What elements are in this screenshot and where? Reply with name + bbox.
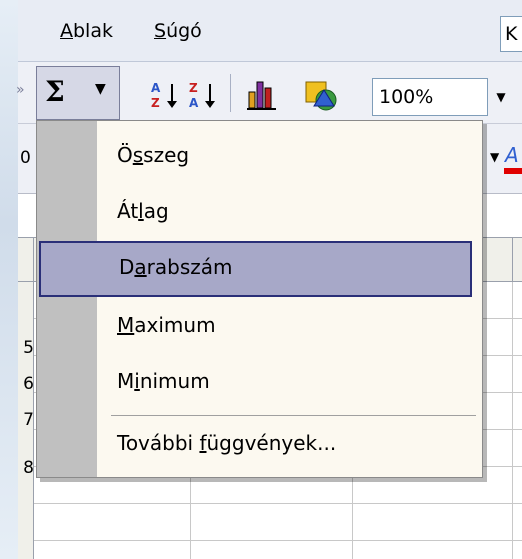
- svg-text:A: A: [151, 81, 161, 95]
- row-number: 5: [23, 338, 34, 358]
- menu-sugo-label: úgó: [166, 20, 202, 42]
- toolbar-separator: [230, 74, 231, 112]
- toolbar-more-chevron-icon[interactable]: »: [16, 82, 25, 98]
- sort-descending-icon: Z A: [189, 81, 215, 110]
- row-number: 7: [23, 410, 34, 430]
- menu-ablak[interactable]: Ablak: [60, 20, 113, 42]
- menu-item-atlag[interactable]: Átlag: [37, 185, 482, 241]
- menu-bar: Ablak Súgó K: [18, 0, 522, 62]
- zoom-dropdown-button[interactable]: ▼: [488, 78, 514, 116]
- menu-sugo[interactable]: Súgó: [154, 20, 202, 42]
- autosum-button[interactable]: Σ ▼: [36, 66, 120, 120]
- svg-text:Z: Z: [151, 96, 160, 110]
- svg-text:Z: Z: [189, 81, 198, 95]
- row-number: 8: [23, 458, 34, 478]
- menu-sugo-accesskey: S: [154, 20, 167, 42]
- menu-item-label: Átlag: [117, 199, 169, 223]
- font-color-icon: A: [503, 143, 522, 174]
- column-divider: [512, 238, 513, 281]
- font-color-button[interactable]: A: [503, 138, 522, 182]
- row-headers: 5 6 7 8: [18, 282, 34, 559]
- format-dropdown-arrow-icon[interactable]: ▼: [490, 150, 499, 164]
- zoom-select[interactable]: 100%: [372, 78, 488, 116]
- menu-ablak-label: blak: [73, 20, 113, 42]
- menu-item-label: Darabszám: [119, 255, 233, 279]
- zoom-value: 100%: [379, 86, 434, 108]
- drawing-button[interactable]: [302, 76, 340, 118]
- menu-item-maximum[interactable]: Maximum: [37, 299, 482, 355]
- font-size-clipped: 0: [20, 148, 31, 168]
- svg-text:A: A: [504, 143, 519, 167]
- svg-text:A: A: [189, 96, 199, 110]
- help-question-box[interactable]: K: [500, 16, 522, 52]
- help-question-text: K: [505, 23, 518, 45]
- sigma-icon: Σ: [45, 75, 65, 108]
- autosum-dropdown-menu: Összeg Átlag Darabszám Maximum Minimum T…: [36, 120, 483, 478]
- column-divider: [33, 238, 34, 281]
- menu-ablak-accesskey: A: [60, 20, 73, 42]
- sort-ascending-icon: A Z: [151, 81, 177, 110]
- sort-descending-button[interactable]: Z A: [188, 80, 218, 116]
- menu-item-minimum[interactable]: Minimum: [37, 355, 482, 411]
- menu-item-label: Minimum: [117, 369, 210, 393]
- menu-item-osszeg[interactable]: Összeg: [37, 129, 482, 185]
- grid-column-line: [512, 282, 513, 559]
- chart-wizard-button[interactable]: [246, 78, 282, 116]
- row-number: 6: [23, 374, 34, 394]
- menu-item-darabszam[interactable]: Darabszám: [39, 241, 472, 297]
- menu-item-label: További függvények...: [117, 431, 337, 455]
- menu-item-label: Összeg: [117, 143, 190, 167]
- drawing-shapes-icon: [305, 81, 337, 111]
- menu-separator: [111, 415, 476, 416]
- chart-wizard-icon: [247, 81, 276, 110]
- chevron-down-icon[interactable]: ▼: [95, 81, 106, 97]
- chevron-down-icon: ▼: [496, 90, 506, 104]
- menu-item-more-functions[interactable]: További függvények...: [37, 417, 482, 473]
- sort-ascending-button[interactable]: A Z: [150, 80, 180, 116]
- menu-item-label: Maximum: [117, 313, 216, 337]
